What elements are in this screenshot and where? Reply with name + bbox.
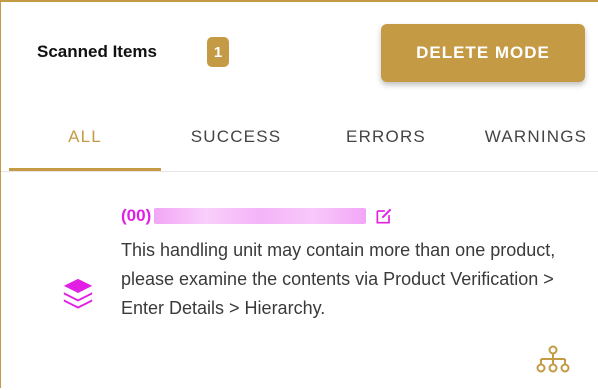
scanned-items-panel: Scanned Items 1 DELETE MODE ALL SUCCESS …	[0, 0, 598, 388]
item-message: This handling unit may contain more than…	[121, 240, 556, 318]
item-code: (00)	[121, 206, 394, 226]
tab-success[interactable]: SUCCESS	[161, 102, 311, 172]
tab-all[interactable]: ALL	[9, 102, 161, 172]
panel-header: Scanned Items 1 DELETE MODE	[1, 2, 598, 102]
list-item[interactable]: (00) This handling unit may contain more…	[1, 172, 598, 390]
tab-warnings[interactable]: WARNINGS	[461, 102, 598, 172]
tab-errors[interactable]: ERRORS	[311, 102, 461, 172]
code-value-redacted	[154, 208, 367, 224]
page-title: Scanned Items	[37, 42, 157, 61]
delete-mode-button[interactable]: DELETE MODE	[381, 24, 585, 82]
item-count-badge: 1	[207, 37, 229, 67]
filter-tabs: ALL SUCCESS ERRORS WARNINGS	[1, 102, 598, 172]
hierarchy-icon[interactable]	[535, 344, 571, 376]
code-prefix: (00)	[121, 206, 152, 225]
edit-icon[interactable]	[374, 206, 394, 226]
layers-icon	[63, 278, 93, 309]
